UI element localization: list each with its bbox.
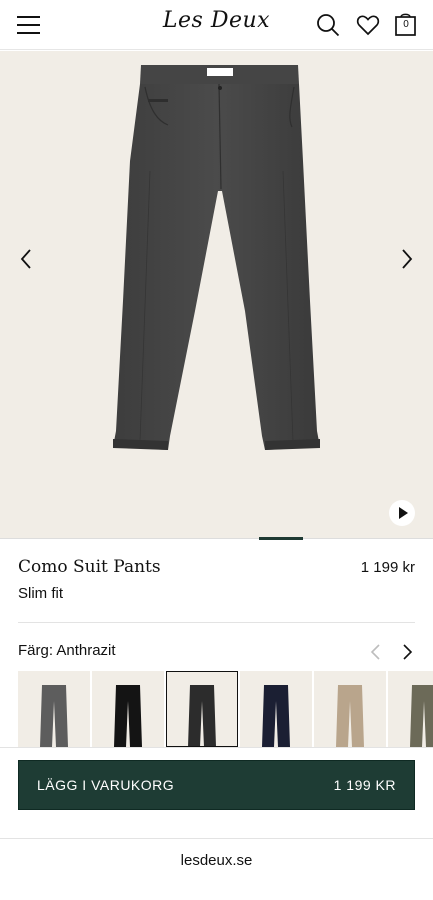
color-swatch-beige[interactable] (314, 671, 386, 747)
product-image (113, 65, 320, 450)
product-price: 1 199 kr (360, 559, 415, 576)
gallery-progress-indicator (0, 537, 433, 540)
search-icon[interactable] (316, 13, 340, 37)
color-swatch-grey[interactable] (18, 671, 90, 747)
color-swatch-navy[interactable] (240, 671, 312, 747)
product-image-gallery[interactable] (0, 51, 433, 538)
heart-icon[interactable] (356, 13, 380, 37)
color-swatch-olive[interactable] (388, 671, 433, 747)
divider (18, 622, 415, 623)
play-icon (399, 507, 408, 519)
site-domain: lesdeux.se (180, 852, 253, 869)
cart-count-badge: 0 (403, 19, 409, 30)
gallery-prev-arrow[interactable] (17, 247, 37, 271)
add-to-cart-label: LÄGG I VARUKORG (37, 777, 175, 793)
gallery-next-arrow[interactable] (396, 247, 416, 271)
add-to-cart-price: 1 199 KR (333, 777, 396, 793)
gallery-active-indicator (259, 537, 303, 540)
product-title: Como Suit Pants (18, 557, 161, 577)
color-label: Färg: Anthrazit (18, 642, 116, 659)
add-to-cart-button[interactable]: LÄGG I VARUKORG 1 199 KR (18, 760, 415, 810)
add-to-cart-bar: LÄGG I VARUKORG 1 199 KR (0, 747, 433, 839)
cart-icon[interactable]: 0 (394, 13, 418, 37)
color-label-text: Färg: Anthrazit (18, 642, 116, 659)
swatch-next-arrow[interactable] (400, 643, 414, 661)
color-swatch-carousel (18, 671, 433, 747)
header: Les Deux 0 (0, 0, 433, 50)
color-swatch-black[interactable] (92, 671, 164, 747)
product-fit: Slim fit (18, 585, 63, 602)
color-swatch-anthrazit[interactable] (166, 671, 238, 747)
swatch-prev-arrow[interactable] (369, 643, 383, 661)
video-play-button[interactable] (389, 500, 415, 526)
